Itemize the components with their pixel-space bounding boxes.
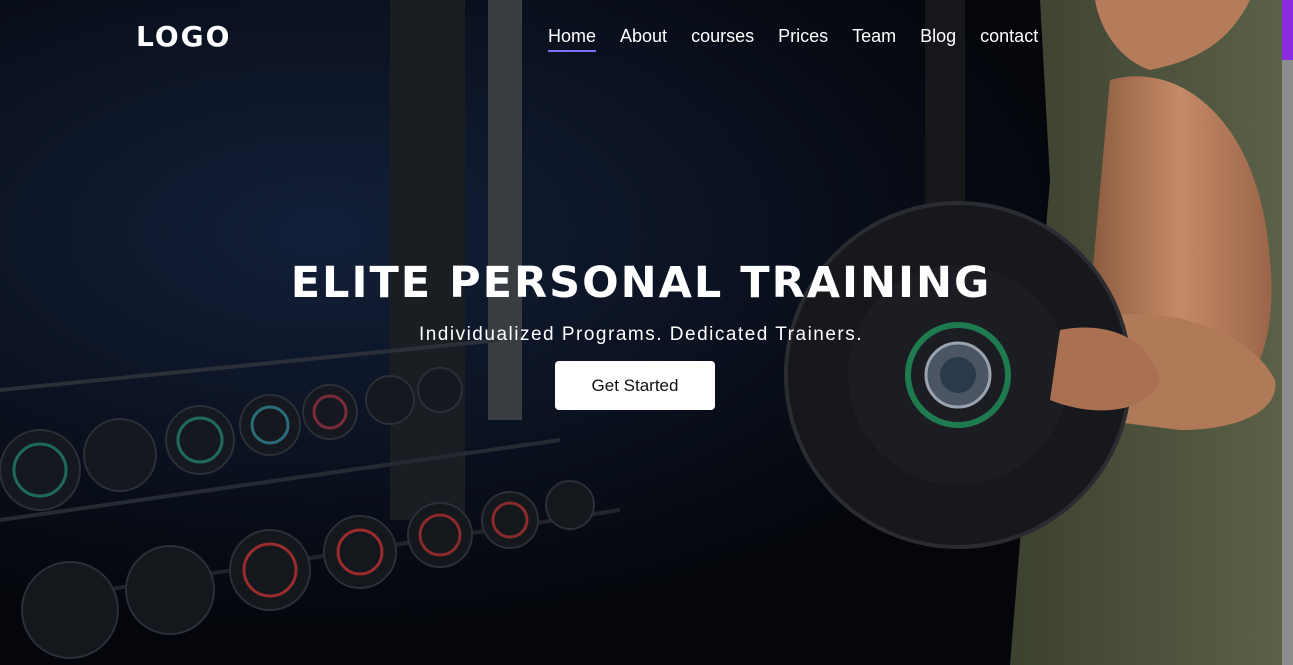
hero-title-text: ELITE PERSONAL TRAINING xyxy=(290,258,992,308)
nav-team[interactable]: Team xyxy=(852,26,896,52)
get-started-button[interactable]: Get Started xyxy=(555,361,715,410)
logo[interactable]: LOGO xyxy=(136,20,231,53)
nav-blog[interactable]: Blog xyxy=(920,26,956,52)
hero-section: LOGO Home About courses Prices Team Blog… xyxy=(0,0,1282,665)
page-scrollbar[interactable] xyxy=(1282,0,1293,665)
main-nav: Home About courses Prices Team Blog cont… xyxy=(548,26,1038,52)
scrollbar-track[interactable] xyxy=(1282,60,1293,665)
nav-prices[interactable]: Prices xyxy=(778,26,828,52)
nav-courses[interactable]: courses xyxy=(691,26,754,52)
site-header: LOGO Home About courses Prices Team Blog… xyxy=(0,0,1282,76)
hero-title: ELITE PERSONAL TRAINING xyxy=(0,258,1282,308)
nav-home[interactable]: Home xyxy=(548,26,597,52)
scrollbar-thumb[interactable] xyxy=(1282,0,1293,60)
hero-subtitle: Individualized Programs. Dedicated Train… xyxy=(418,324,864,345)
nav-about[interactable]: About xyxy=(620,26,667,52)
nav-contact[interactable]: contact xyxy=(980,26,1038,52)
